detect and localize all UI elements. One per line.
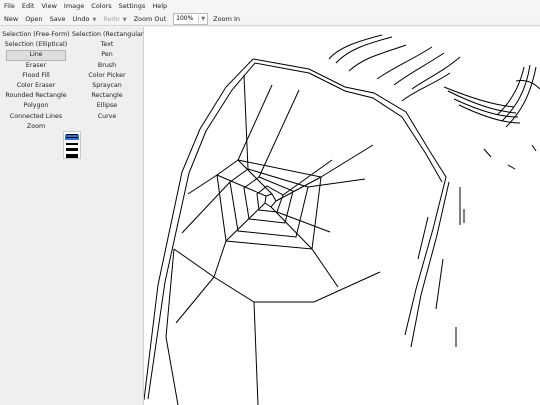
tool-spraycan[interactable]: Spraycan <box>72 81 142 91</box>
redo-label: Redo <box>103 14 120 23</box>
radiating-lines <box>181 74 374 288</box>
tool-rounded-rectangle[interactable]: Rounded Rectangle <box>0 91 72 101</box>
zoom-out-button[interactable]: Zoom Out <box>134 15 167 23</box>
menu-file[interactable]: File <box>4 2 15 10</box>
menu-view[interactable]: View <box>41 2 56 10</box>
cheek-jaw <box>165 248 381 405</box>
menu-colors[interactable]: Colors <box>91 2 111 10</box>
menu-bar: File Edit View Image Colors Settings Hel… <box>0 0 540 12</box>
menu-image[interactable]: Image <box>64 2 84 10</box>
zoom-input[interactable] <box>174 14 199 23</box>
face-right-edge <box>404 176 465 348</box>
menu-edit[interactable]: Edit <box>22 2 35 10</box>
tool-polygon[interactable]: Polygon <box>0 101 72 111</box>
redo-dropdown-icon[interactable]: ▼ <box>123 17 127 23</box>
tool-selection-elliptical[interactable]: Selection (Elliptical) <box>0 40 72 50</box>
zoom-dropdown-icon[interactable]: ▼ <box>198 14 207 23</box>
line-width-option-4[interactable] <box>66 148 78 151</box>
menu-settings[interactable]: Settings <box>119 2 146 10</box>
save-button[interactable]: Save <box>50 15 66 23</box>
head-outline <box>144 58 447 401</box>
tool-curve[interactable]: Curve <box>72 112 142 122</box>
tool-box: Selection (Free-Form) Selection (Rectang… <box>0 27 146 405</box>
line-width-option-1[interactable] <box>66 134 78 135</box>
tool-grid: Selection (Free-Form) Selection (Rectang… <box>0 30 146 132</box>
tool-selection-free-form[interactable]: Selection (Free-Form) <box>0 30 72 40</box>
line-width-chooser[interactable] <box>63 131 81 159</box>
tool-eraser[interactable]: Eraser <box>0 61 72 71</box>
drawing-canvas[interactable] <box>144 27 540 405</box>
canvas-drawing <box>144 34 540 405</box>
hair-strands <box>328 34 540 170</box>
undo-label: Undo <box>72 14 90 23</box>
tool-ellipse[interactable]: Ellipse <box>72 101 142 111</box>
tool-line[interactable]: Line <box>6 50 66 61</box>
line-width-option-2[interactable] <box>66 137 78 138</box>
tool-flood-fill[interactable]: Flood Fill <box>0 71 72 81</box>
toolbar: New Open Save Undo▼ Redo▼ Zoom Out ▼ Zoo… <box>0 12 540 26</box>
tool-selection-rectangular[interactable]: Selection (Rectangular) <box>72 30 146 40</box>
undo-dropdown-icon[interactable]: ▼ <box>93 17 97 23</box>
tool-color-eraser[interactable]: Color Eraser <box>0 81 72 91</box>
menu-help[interactable]: Help <box>152 2 167 10</box>
open-button[interactable]: Open <box>25 15 42 23</box>
new-button[interactable]: New <box>4 15 18 23</box>
tool-pen[interactable]: Pen <box>72 50 142 60</box>
line-width-option-3[interactable] <box>66 143 78 145</box>
tool-text[interactable]: Text <box>72 40 142 50</box>
tool-color-picker[interactable]: Color Picker <box>72 71 142 81</box>
tool-zoom[interactable]: Zoom <box>0 122 72 132</box>
eye-spiral <box>216 159 333 250</box>
redo-button[interactable]: Redo ▼ <box>103 15 126 23</box>
zoom-combo: ▼ <box>173 12 209 25</box>
undo-button[interactable]: Undo ▼ <box>73 15 97 23</box>
tool-connected-lines[interactable]: Connected Lines <box>0 112 72 122</box>
tool-brush[interactable]: Brush <box>72 61 142 71</box>
tool-rectangle[interactable]: Rectangle <box>72 91 142 101</box>
line-width-option-5[interactable] <box>66 154 78 158</box>
zoom-in-button[interactable]: Zoom In <box>213 15 240 23</box>
